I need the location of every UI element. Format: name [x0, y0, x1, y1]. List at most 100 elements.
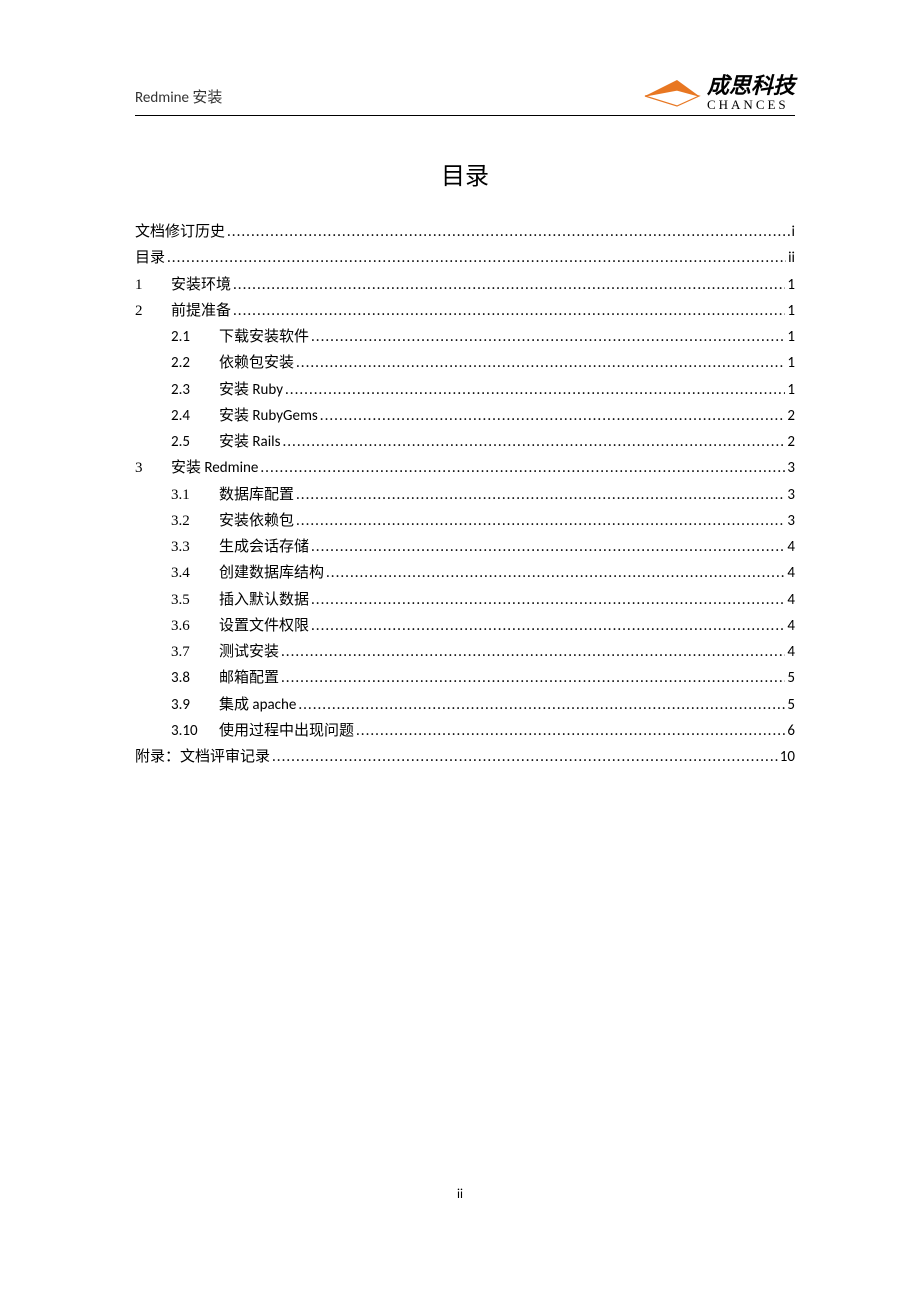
toc-leader-dots [165, 245, 786, 271]
toc-entry[interactable]: 2.2依赖包安装 1 [135, 350, 795, 376]
toc-entry[interactable]: 3.1数据库配置 3 [135, 482, 795, 508]
toc-entry-label: 依赖包安装 [219, 350, 294, 376]
toc-leader-dots [324, 560, 785, 586]
toc-entry-page: 5 [785, 665, 795, 691]
toc-entry-label: 邮箱配置 [219, 665, 279, 691]
toc-entry-page: 1 [785, 298, 795, 324]
toc-entry-number: 3.3 [171, 534, 219, 560]
toc-entry-label: 文档修订历史 [135, 219, 225, 245]
toc-entry[interactable]: 目录 ii [135, 245, 795, 271]
toc-entry-number: 3.1 [171, 482, 219, 508]
toc-entry-page: 1 [785, 272, 795, 298]
toc-leader-dots [283, 377, 785, 403]
toc-entry-label: 集成 apache [219, 692, 296, 718]
toc-entry-page: 1 [785, 324, 795, 350]
toc-entry-label: 创建数据库结构 [219, 560, 324, 586]
toc-entry-number: 2 [135, 298, 171, 324]
toc-entry-label: 测试安装 [219, 639, 279, 665]
logo-text-en: CHANCES [707, 98, 795, 111]
toc-entry-page: 4 [785, 560, 795, 586]
toc-entry-label: 前提准备 [171, 298, 231, 324]
toc-leader-dots [294, 350, 785, 376]
toc-entry-page: 4 [785, 639, 795, 665]
toc-entry-number: 2.3 [171, 377, 219, 403]
toc-entry[interactable]: 2前提准备 1 [135, 298, 795, 324]
toc-entry-page: 1 [785, 350, 795, 376]
toc-leader-dots [294, 482, 785, 508]
toc-entry-label: 安装 Rails [219, 429, 280, 455]
toc-entry[interactable]: 3.3生成会话存储 4 [135, 534, 795, 560]
toc-entry[interactable]: 2.1下载安装软件 1 [135, 324, 795, 350]
toc-entry[interactable]: 3.10使用过程中出现问题 6 [135, 718, 795, 744]
toc-entry-label: 生成会话存储 [219, 534, 309, 560]
toc-entry-page: 3 [785, 508, 795, 534]
toc-leader-dots [318, 403, 786, 429]
toc-entry-number: 2.1 [171, 324, 219, 350]
toc-entry-page: 3 [785, 455, 795, 481]
toc-entry-label: 数据库配置 [219, 482, 294, 508]
toc-entry-number: 3 [135, 455, 171, 481]
toc-leader-dots [309, 613, 785, 639]
toc-entry[interactable]: 3安装 Redmine3 [135, 455, 795, 481]
toc-entry-label: 设置文件权限 [219, 613, 309, 639]
toc-entry-label: 安装 Ruby [219, 377, 283, 403]
toc-entry-label: 安装 Redmine [171, 455, 258, 481]
toc-entry-page: 6 [785, 718, 795, 744]
toc-entry[interactable]: 2.5安装 Rails 2 [135, 429, 795, 455]
toc-entry-label: 安装 RubyGems [219, 403, 318, 429]
logo-text: 成思科技 CHANCES [707, 75, 795, 111]
toc-entry[interactable]: 3.9集成 apache 5 [135, 692, 795, 718]
toc-entry[interactable]: 3.4创建数据库结构 4 [135, 560, 795, 586]
logo-swoosh-icon [643, 76, 701, 110]
toc-leader-dots [258, 455, 785, 481]
toc-leader-dots [225, 219, 790, 245]
toc-entry[interactable]: 2.4安装 RubyGems 2 [135, 403, 795, 429]
toc-entry-page: ii [786, 245, 795, 271]
toc-leader-dots [294, 508, 785, 534]
toc-entry-page: 5 [785, 692, 795, 718]
toc-entry[interactable]: 2.3安装 Ruby 1 [135, 377, 795, 403]
toc-entry[interactable]: 1安装环境1 [135, 272, 795, 298]
toc-leader-dots [231, 272, 785, 298]
toc-leader-dots [231, 298, 785, 324]
toc-entry-number: 3.8 [171, 665, 219, 691]
toc-entry[interactable]: 文档修订历史 i [135, 219, 795, 245]
toc-entry[interactable]: 3.7测试安装 4 [135, 639, 795, 665]
toc-entry-number: 3.6 [171, 613, 219, 639]
document-page: Redmine 安装 成思科技 CHANCES 目录 文档修订历史i目录ii1安… [0, 0, 920, 770]
toc-entry-page: 4 [785, 534, 795, 560]
toc-leader-dots [296, 692, 785, 718]
toc-entry-number: 3.5 [171, 587, 219, 613]
toc-entry-label: 插入默认数据 [219, 587, 309, 613]
toc-entry-label: 附录：文档评审记录 [135, 744, 270, 770]
toc-entry-number: 2.4 [171, 403, 219, 429]
toc-entry-number: 3.2 [171, 508, 219, 534]
toc-entry-page: i [790, 219, 795, 245]
toc-entry[interactable]: 3.8邮箱配置 5 [135, 665, 795, 691]
header-title: Redmine 安装 [135, 86, 222, 111]
toc-entry-label: 目录 [135, 245, 165, 271]
toc-entry-number: 2.5 [171, 429, 219, 455]
toc-entry[interactable]: 附录：文档评审记录10 [135, 744, 795, 770]
toc-leader-dots [309, 324, 785, 350]
toc-entry-number: 2.2 [171, 350, 219, 376]
toc-entry-page: 3 [785, 482, 795, 508]
toc-entry-page: 2 [785, 403, 795, 429]
toc-leader-dots [279, 639, 785, 665]
toc-entry-number: 1 [135, 272, 171, 298]
toc-entry-number: 3.9 [171, 692, 219, 718]
toc-leader-dots [354, 718, 785, 744]
toc-entry-number: 3.4 [171, 560, 219, 586]
toc-entry[interactable]: 3.5插入默认数据4 [135, 587, 795, 613]
page-header: Redmine 安装 成思科技 CHANCES [135, 75, 795, 116]
toc-entry[interactable]: 3.2安装依赖包3 [135, 508, 795, 534]
toc-entry[interactable]: 3.6设置文件权限4 [135, 613, 795, 639]
toc-entry-number: 3.7 [171, 639, 219, 665]
toc-entry-label: 安装环境 [171, 272, 231, 298]
toc-entry-page: 2 [785, 429, 795, 455]
toc-leader-dots [309, 534, 785, 560]
table-of-contents: 文档修订历史i目录ii1安装环境12前提准备12.1下载安装软件 12.2依赖包… [135, 219, 795, 770]
page-number-footer: ii [0, 1187, 920, 1202]
logo-text-cn: 成思科技 [707, 75, 795, 97]
toc-entry-label: 下载安装软件 [219, 324, 309, 350]
